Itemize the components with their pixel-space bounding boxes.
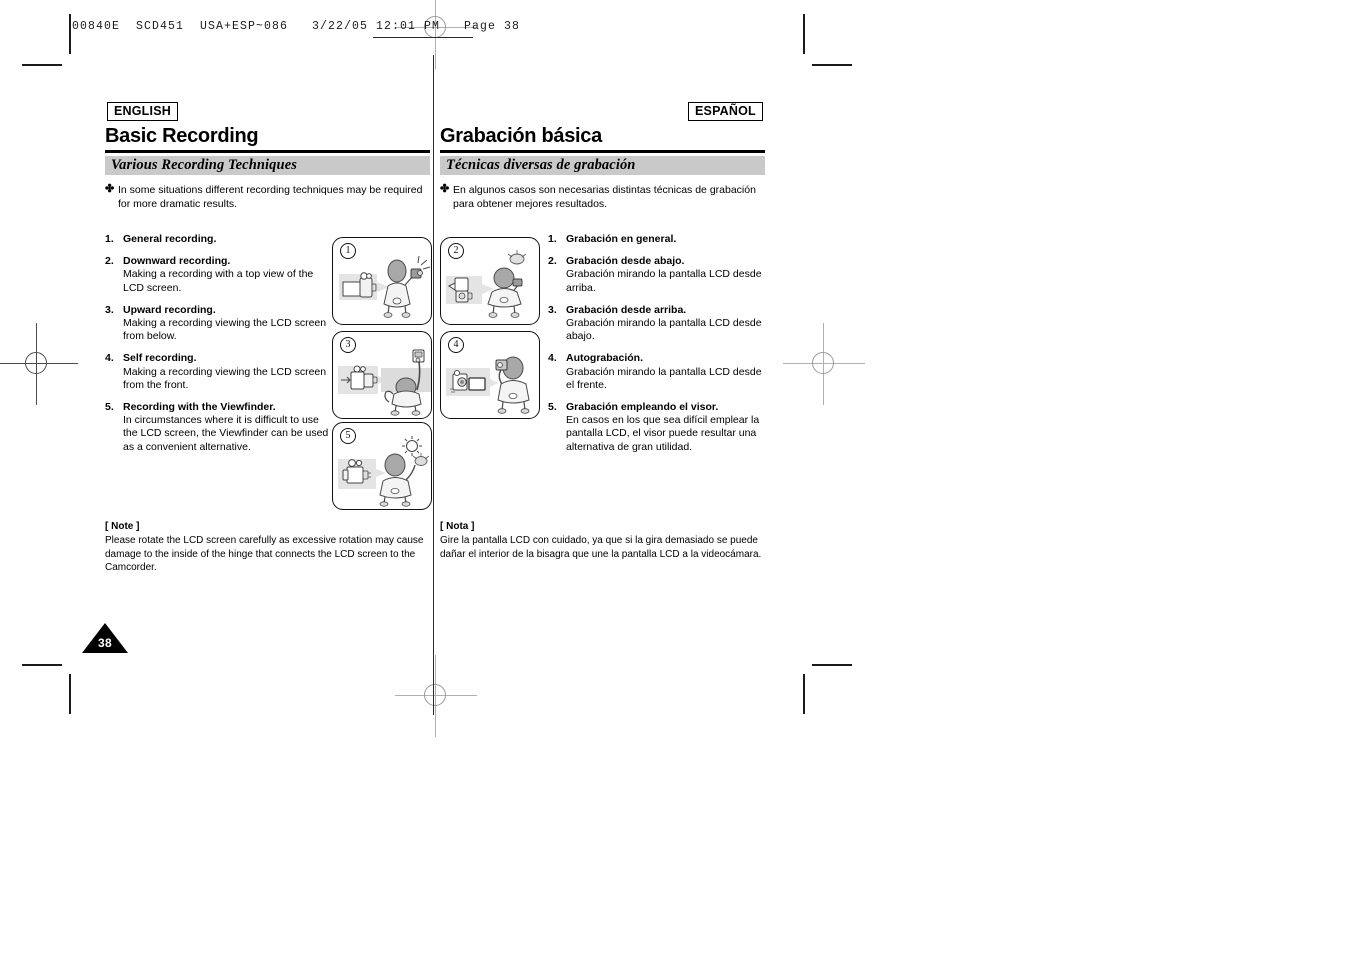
page-number-badge: 38 <box>82 623 128 653</box>
list-item: 4. Autograbación. Grabación mirando la p… <box>548 352 766 392</box>
column-divider <box>433 55 434 715</box>
page-title-spanish: Grabación básica <box>440 125 602 147</box>
note-body-spanish: Gire la pantalla LCD con cuidado, ya que… <box>440 535 762 560</box>
list-item-body: Making a recording viewing the LCD scree… <box>123 365 327 391</box>
list-item-body: In circumstances where it is difficult t… <box>123 414 329 453</box>
title-rule-spanish <box>440 150 765 153</box>
registration-mark-bottom <box>395 655 477 737</box>
title-rule-english <box>105 150 430 153</box>
note-label-spanish: [ Nota ] <box>440 521 475 532</box>
list-item-heading: Self recording. <box>123 352 197 365</box>
list-item-body: En casos en los que sea difícil emplear … <box>566 414 760 453</box>
note-label-english: [ Note ] <box>105 521 140 532</box>
list-item-body: Grabación mirando la pantalla LCD desde … <box>566 365 762 391</box>
illustration-5-artwork <box>338 436 430 507</box>
list-item: 1. General recording. <box>105 233 333 246</box>
list-item: 1. Grabación en general. <box>548 233 766 246</box>
crop-mark-bottom-right-vertical <box>803 674 805 714</box>
list-item: 5. Recording with the Viewfinder. In cir… <box>105 401 333 454</box>
illustration-5-viewfinder-recording: 5 <box>332 422 432 510</box>
clover-bullet-icon: ✤ <box>105 183 115 195</box>
page-number-value: 38 <box>98 636 112 650</box>
printed-page: 00840E SCD451 USA+ESP~086 3/22/05 12:01 … <box>0 0 1351 954</box>
illustration-1-artwork <box>339 255 431 318</box>
crop-mark-top-left-horizontal <box>22 64 62 66</box>
language-tag-english: ENGLISH <box>107 102 178 121</box>
list-item-number: 3. <box>548 303 557 316</box>
list-item-number: 5. <box>548 401 557 414</box>
list-item-heading: Grabación empleando el visor. <box>566 401 719 414</box>
crop-mark-top-left-vertical <box>69 14 71 54</box>
illustration-2-artwork <box>446 250 527 318</box>
illustration-4-self-recording: 4 <box>440 331 540 419</box>
prepress-slug-line: 00840E SCD451 USA+ESP~086 3/22/05 12:01 … <box>72 20 521 33</box>
list-item-number: 2. <box>105 255 114 268</box>
intro-text-spanish: En algunos casos son necesarias distinta… <box>453 184 756 210</box>
list-item-heading: Autograbación. <box>566 352 644 365</box>
clover-bullet-icon: ✤ <box>440 183 450 195</box>
list-item: 2. Grabación desde abajo. Grabación mira… <box>548 255 766 295</box>
list-item-body: Grabación mirando la pantalla LCD desde … <box>566 268 762 294</box>
illustration-4-artwork <box>446 356 530 414</box>
list-item: 2. Downward recording. Making a recordin… <box>105 255 333 295</box>
list-item-heading: Upward recording. <box>123 303 216 316</box>
crop-mark-bottom-right-horizontal <box>812 664 852 666</box>
crop-mark-bottom-left-horizontal <box>22 664 62 666</box>
illustration-3-artwork <box>338 349 431 416</box>
technique-list-english: 1. General recording. 2. Downward record… <box>105 233 333 454</box>
illustration-1-general-recording: 1 <box>332 237 432 325</box>
technique-list-spanish: 1. Grabación en general. 2. Grabación de… <box>548 233 766 454</box>
list-item-body: Making a recording viewing the LCD scree… <box>123 317 327 343</box>
list-item: 3. Grabación desde arriba. Grabación mir… <box>548 304 766 344</box>
list-item: 5. Grabación empleando el visor. En caso… <box>548 401 766 454</box>
section-heading-spanish-label: Técnicas diversas de grabación <box>446 157 636 173</box>
list-item-number: 5. <box>105 401 114 414</box>
list-item-heading: Downward recording. <box>123 255 231 268</box>
list-item-number: 4. <box>105 352 114 365</box>
section-heading-spanish: Técnicas diversas de grabación <box>440 156 765 175</box>
list-item-heading: Grabación desde abajo. <box>566 255 685 268</box>
crop-mark-bottom-left-vertical <box>69 674 71 714</box>
note-english: [ Note ] Please rotate the LCD screen ca… <box>105 520 438 575</box>
section-heading-english-label: Various Recording Techniques <box>111 157 297 173</box>
intro-paragraph-spanish: ✤ En algunos casos son necesarias distin… <box>440 183 760 211</box>
language-tag-spanish: ESPAÑOL <box>688 102 763 121</box>
list-item-heading: Grabación en general. <box>566 233 677 245</box>
note-spanish: [ Nota ] Gire la pantalla LCD con cuidad… <box>440 520 766 561</box>
list-item-heading: Grabación desde arriba. <box>566 303 687 316</box>
list-item-number: 4. <box>548 352 557 365</box>
registration-mark-left <box>0 323 78 405</box>
prepress-slug-rule <box>373 37 473 38</box>
list-item: 3. Upward recording. Making a recording … <box>105 304 333 344</box>
list-item-heading: Recording with the Viewfinder. <box>123 401 276 414</box>
registration-mark-right <box>783 323 865 405</box>
list-item-number: 1. <box>105 233 114 245</box>
illustration-2-downward-recording: 2 <box>440 237 540 325</box>
list-item-body: Grabación mirando la pantalla LCD desde … <box>566 317 762 343</box>
page-title-english: Basic Recording <box>105 125 259 147</box>
intro-paragraph-english: ✤ In some situations different recording… <box>105 183 435 211</box>
list-item-number: 3. <box>105 303 114 316</box>
list-item: 4. Self recording. Making a recording vi… <box>105 352 333 392</box>
list-item-number: 1. <box>548 233 557 245</box>
list-item-number: 2. <box>548 255 557 268</box>
illustration-3-upward-recording: 3 <box>332 331 432 419</box>
note-body-english: Please rotate the LCD screen carefully a… <box>105 535 424 574</box>
intro-text-english: In some situations different recording t… <box>118 184 423 210</box>
crop-mark-top-right-vertical <box>803 14 805 54</box>
list-item-heading: General recording. <box>123 233 217 245</box>
crop-mark-top-right-horizontal <box>812 64 852 66</box>
section-heading-english: Various Recording Techniques <box>105 156 430 175</box>
list-item-body: Making a recording with a top view of th… <box>123 268 314 294</box>
